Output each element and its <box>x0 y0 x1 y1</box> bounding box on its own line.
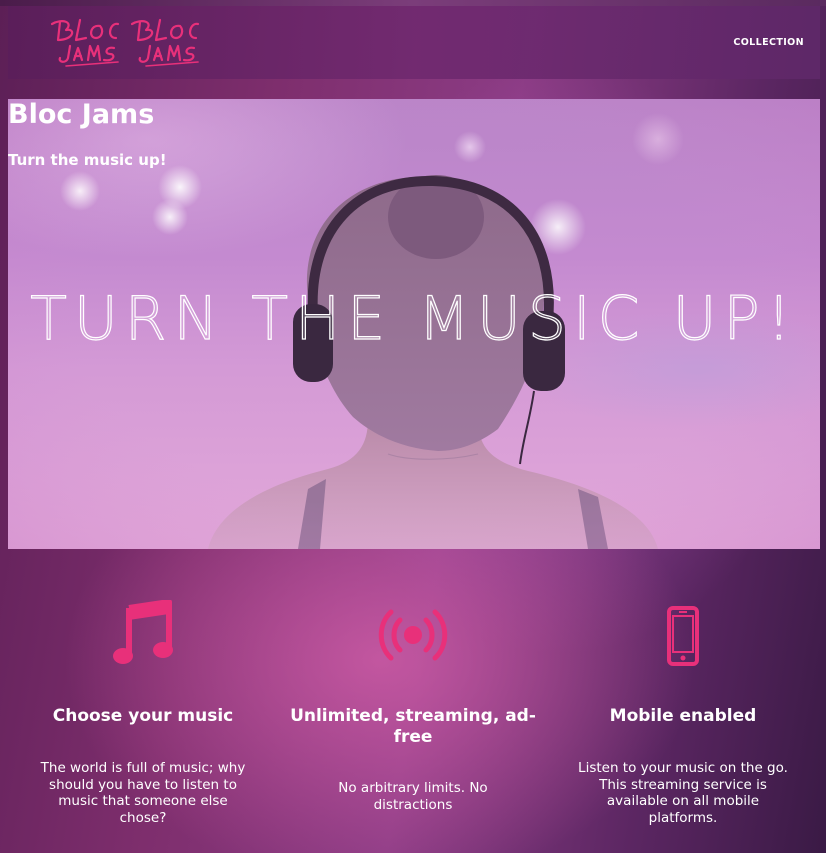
mobile-phone-icon <box>553 600 813 670</box>
logo-icon <box>130 18 200 67</box>
feature-title: Unlimited, streaming, ad-free <box>290 706 536 747</box>
logo[interactable] <box>44 14 124 72</box>
navbar: COLLECTION <box>8 6 820 79</box>
hero-headline: TURN THE MUSIC UP! <box>30 284 798 354</box>
page-title: Bloc Jams <box>8 99 155 130</box>
logo-icon <box>50 18 120 67</box>
music-note-icon <box>13 600 273 670</box>
nav-link-collection[interactable]: COLLECTION <box>733 37 804 48</box>
feature-mobile: Mobile enabled Listen to your music on t… <box>553 600 813 826</box>
radio-signal-icon <box>283 600 543 670</box>
feature-title: Choose your music <box>52 706 234 726</box>
feature-description: The world is full of music; why should y… <box>40 760 246 826</box>
feature-choose-music: Choose your music The world is full of m… <box>13 600 273 826</box>
page-subtitle: Turn the music up! <box>8 151 167 169</box>
feature-title: Mobile enabled <box>609 706 757 726</box>
hero: Bloc Jams Turn the music up! TURN THE MU… <box>8 99 820 549</box>
feature-description: No arbitrary limits. No distractions <box>338 780 488 813</box>
feature-description: Listen to your music on the go. This str… <box>578 760 788 826</box>
logo-secondary[interactable] <box>124 14 204 72</box>
feature-streaming: Unlimited, streaming, ad-free No arbitra… <box>283 600 543 813</box>
